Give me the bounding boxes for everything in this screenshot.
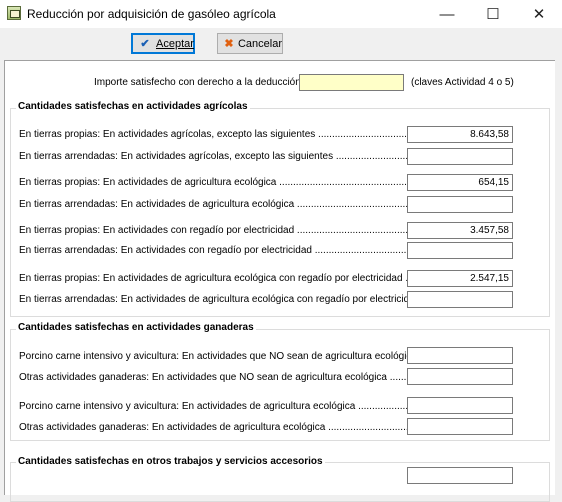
app-icon xyxy=(7,6,21,20)
accept-button[interactable]: ✔ Aceptar xyxy=(131,33,195,54)
agri-row-label: En tierras arrendadas: En actividades ag… xyxy=(19,151,431,162)
livestock-row-label: Otras actividades ganaderas: En activida… xyxy=(19,422,415,433)
agri-row-input[interactable]: 654,15 xyxy=(407,174,513,191)
agricultural-group-title: Cantidades satisfechas en actividades ag… xyxy=(16,101,250,112)
deduction-note: (claves Actividad 4 o 5) xyxy=(411,77,514,88)
agri-row-input[interactable] xyxy=(407,291,513,308)
window-title: Reducción por adquisición de gasóleo agr… xyxy=(27,7,276,21)
agri-row-label: En tierras propias: En actividades de ag… xyxy=(19,177,438,188)
close-icon: ✕ xyxy=(532,6,546,23)
agri-row-input[interactable]: 3.457,58 xyxy=(407,222,513,239)
agri-row-input[interactable] xyxy=(407,148,513,165)
livestock-row-input[interactable] xyxy=(407,368,513,385)
livestock-row-label: Porcino carne intensivo y avicultura: En… xyxy=(19,401,417,412)
accept-label: Aceptar xyxy=(156,37,194,50)
agri-row-input[interactable] xyxy=(407,196,513,213)
toolbar: ✔ Aceptar ✖ Cancelar xyxy=(0,28,562,58)
agri-row-label: En tierras arrendadas: En actividades de… xyxy=(19,199,445,210)
close-button[interactable]: ✕ xyxy=(516,0,562,28)
deduction-amount-label: Importe satisfecho con derecho a la dedu… xyxy=(94,77,301,88)
agri-row-label: En tierras arrendadas: En actividades co… xyxy=(19,245,446,256)
livestock-row-label: Porcino carne intensivo y avicultura: En… xyxy=(19,351,417,362)
maximize-button[interactable]: ☐ xyxy=(470,0,516,28)
cancel-x-icon: ✖ xyxy=(224,38,234,50)
minimize-button[interactable]: — xyxy=(424,0,470,28)
agri-row-label: En tierras propias: En actividades de ag… xyxy=(19,273,417,284)
cancel-button[interactable]: ✖ Cancelar xyxy=(217,33,283,54)
agri-row-input[interactable]: 8.643,58 xyxy=(407,126,513,143)
livestock-row-input[interactable] xyxy=(407,347,513,364)
livestock-row-label: Otras actividades ganaderas: En activida… xyxy=(19,372,421,383)
agri-row-label: En tierras propias: En actividades con r… xyxy=(19,225,442,236)
agri-row-input[interactable] xyxy=(407,242,513,259)
livestock-row-input[interactable] xyxy=(407,397,513,414)
agri-row-input[interactable]: 2.547,15 xyxy=(407,270,513,287)
other-services-group-title: Cantidades satisfechas en otros trabajos… xyxy=(16,456,325,467)
title-bar: Reducción por adquisición de gasóleo agr… xyxy=(0,0,562,28)
other-services-input[interactable] xyxy=(407,467,513,484)
cancel-label: Cancelar xyxy=(237,37,282,50)
livestock-row-input[interactable] xyxy=(407,418,513,435)
maximize-icon: ☐ xyxy=(486,6,500,23)
livestock-group-title: Cantidades satisfechas en actividades ga… xyxy=(16,322,256,333)
agri-row-label: En tierras propias: En actividades agríc… xyxy=(19,129,424,140)
minimize-icon: — xyxy=(439,5,455,23)
checkmark-icon: ✔ xyxy=(140,38,150,50)
form-panel: Importe satisfecho con derecho a la dedu… xyxy=(4,60,555,502)
deduction-amount-input[interactable] xyxy=(299,74,404,91)
agri-row-label: En tierras arrendadas: En actividades de… xyxy=(19,294,421,305)
